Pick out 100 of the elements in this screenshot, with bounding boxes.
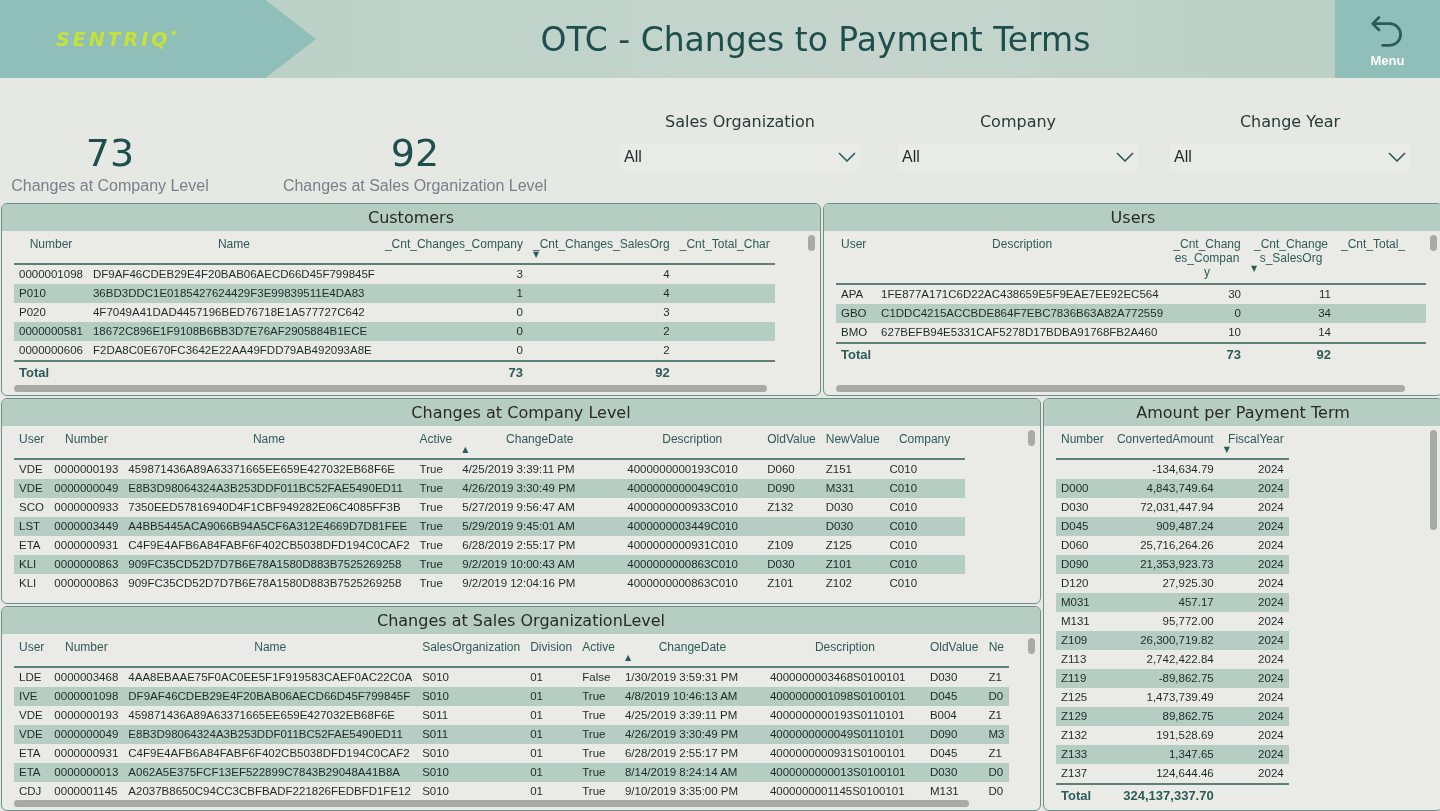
column-header[interactable]: Number bbox=[49, 634, 124, 667]
filter-label: Change Year bbox=[1238, 112, 1342, 131]
column-header[interactable]: Number bbox=[14, 231, 88, 264]
column-header[interactable]: Company bbox=[884, 426, 965, 459]
table-cell: 18672C896E1F9108B6BB3D7E76AF2905884B1ECE bbox=[87, 322, 380, 341]
column-header[interactable]: _Cnt_Changes_SalesOrg ▼ bbox=[527, 231, 675, 264]
column-header[interactable]: FiscalYear ▼ bbox=[1218, 426, 1289, 459]
table-cell: 4/26/2019 3:30:49 PM bbox=[619, 725, 765, 744]
table-cell: BMO bbox=[836, 323, 877, 343]
column-header[interactable]: Description bbox=[764, 634, 925, 667]
table-cell: True bbox=[577, 725, 620, 744]
column-header[interactable]: _Cnt_Total_Char bbox=[674, 231, 775, 264]
table-cell: 01 bbox=[525, 706, 578, 725]
table-cell: VDE bbox=[14, 706, 50, 725]
table-cell: M331 bbox=[820, 479, 885, 498]
table-cell: 0000000049 bbox=[49, 479, 124, 498]
table-cell: C1DDC4215ACCBDE864F7EBC7836B63A82A772559 bbox=[876, 304, 1169, 323]
column-header[interactable]: User bbox=[14, 634, 50, 667]
table-cell: A062A5E375FCF13EF522899C7843B29048A41B8A bbox=[123, 763, 418, 782]
table-cell: C010 bbox=[884, 574, 965, 593]
horizontal-scrollbar[interactable] bbox=[836, 385, 1405, 392]
kpi-label: Changes at Sales Organization Level bbox=[282, 177, 548, 195]
column-header[interactable]: Description bbox=[622, 426, 763, 459]
column-header[interactable]: User bbox=[836, 231, 877, 284]
column-header[interactable]: _Cnt_Changes_Company bbox=[379, 231, 528, 264]
table-cell: D030 bbox=[820, 498, 885, 517]
panel-title: Changes at Sales OrganizationLevel bbox=[2, 607, 1040, 634]
table-cell: ETA bbox=[14, 744, 50, 763]
total-cell: 92 bbox=[527, 361, 675, 382]
table-cell: 2 bbox=[527, 322, 675, 341]
table-cell: F2DA8C0E670FC3642E22AA49FDD79AB492093A8E bbox=[87, 341, 380, 361]
table-cell: 7350EED57816940D4F1CBF949282E06C4085FF3B bbox=[123, 498, 415, 517]
column-header[interactable]: Active bbox=[577, 634, 620, 667]
vertical-scrollbar[interactable] bbox=[808, 235, 815, 251]
column-header[interactable]: ChangeDate ▲ bbox=[457, 426, 623, 459]
column-header[interactable]: SalesOrganization bbox=[417, 634, 526, 667]
horizontal-scrollbar[interactable] bbox=[14, 800, 969, 807]
column-header[interactable]: Number bbox=[1056, 426, 1109, 459]
column-header[interactable]: ConvertedAmount bbox=[1108, 426, 1219, 459]
column-header[interactable]: NewValue bbox=[820, 426, 885, 459]
table-cell: 2024 bbox=[1218, 745, 1289, 764]
total-label: Total bbox=[14, 361, 88, 382]
table-cell: M131 bbox=[1056, 612, 1109, 631]
table-cell: B004 bbox=[924, 706, 984, 725]
table-cell: Z1 bbox=[983, 667, 1010, 687]
table-cell: 909FC35CD52D7D7B6E78A1580D883B7525269258 bbox=[123, 574, 415, 593]
table-cell: 01 bbox=[525, 687, 578, 706]
table-cell: GBO bbox=[836, 304, 877, 323]
total-label: Total bbox=[1056, 784, 1109, 805]
vertical-scrollbar[interactable] bbox=[1028, 430, 1035, 446]
vertical-scrollbar[interactable] bbox=[1430, 235, 1437, 251]
table-cell: 4000000003468S0100101 bbox=[764, 667, 925, 687]
column-header[interactable]: OldValue bbox=[762, 426, 821, 459]
column-header[interactable]: _Cnt_Total_ bbox=[1336, 231, 1426, 284]
column-header[interactable]: Description bbox=[876, 231, 1169, 284]
table-cell: Z137 bbox=[1056, 764, 1109, 784]
column-header[interactable]: OldValue bbox=[924, 634, 984, 667]
table-cell: Z101 bbox=[820, 555, 885, 574]
table-cell: 5/27/2019 9:56:47 AM bbox=[457, 498, 623, 517]
column-header[interactable]: _Cnt_Changes_Company bbox=[1168, 231, 1246, 284]
vertical-scrollbar[interactable] bbox=[1430, 430, 1437, 530]
horizontal-scrollbar[interactable] bbox=[14, 385, 767, 392]
column-header[interactable]: _Cnt_Changes_SalesOrg ▼ bbox=[1246, 231, 1336, 284]
column-header[interactable]: Active bbox=[414, 426, 458, 459]
table-cell: D090 bbox=[762, 479, 821, 498]
table-cell: 0000000193 bbox=[49, 459, 124, 479]
column-header[interactable]: Division bbox=[525, 634, 578, 667]
column-header[interactable]: Ne bbox=[983, 634, 1010, 667]
kpi-value: 92 bbox=[390, 131, 440, 175]
table-cell: S011 bbox=[417, 725, 526, 744]
column-header[interactable]: ChangeDate ▲ bbox=[619, 634, 765, 667]
column-header[interactable]: Name bbox=[123, 634, 418, 667]
kpi-value: 73 bbox=[85, 131, 135, 175]
panel-title: Amount per Payment Term bbox=[1044, 399, 1440, 426]
table-cell: 909,487.24 bbox=[1108, 517, 1219, 536]
table-cell: 89,862.75 bbox=[1108, 707, 1219, 726]
table-cell: 9/10/2019 3:35:00 PM bbox=[619, 782, 765, 801]
table-cell: 25,716,264.26 bbox=[1108, 536, 1219, 555]
table-cell: Z113 bbox=[1056, 650, 1109, 669]
column-header[interactable]: Number bbox=[49, 426, 124, 459]
table-cell: Z109 bbox=[762, 536, 821, 555]
table-cell: 5/29/2019 9:45:01 AM bbox=[457, 517, 623, 536]
table-cell: 124,644.46 bbox=[1108, 764, 1219, 784]
vertical-scrollbar[interactable] bbox=[1028, 638, 1035, 654]
total-cell: 73 bbox=[1168, 343, 1246, 364]
table-cell: 0000001098 bbox=[14, 264, 88, 284]
table-cell: 4000000000931C010 bbox=[622, 536, 763, 555]
table-cell: D030 bbox=[762, 555, 821, 574]
table-cell: Z102 bbox=[820, 574, 885, 593]
table-cell: 0000000863 bbox=[49, 574, 124, 593]
table-cell: S010 bbox=[417, 687, 526, 706]
table-cell: True bbox=[414, 536, 458, 555]
table-cell: 2024 bbox=[1218, 517, 1289, 536]
table-cell: 9/2/2019 12:04:16 PM bbox=[457, 574, 623, 593]
column-header[interactable]: User bbox=[14, 426, 50, 459]
column-header[interactable]: Name bbox=[87, 231, 380, 264]
table-cell: 457.17 bbox=[1108, 593, 1219, 612]
column-header[interactable]: Name bbox=[123, 426, 415, 459]
table-cell: 3 bbox=[379, 264, 528, 284]
table-cell: 2024 bbox=[1218, 764, 1289, 784]
